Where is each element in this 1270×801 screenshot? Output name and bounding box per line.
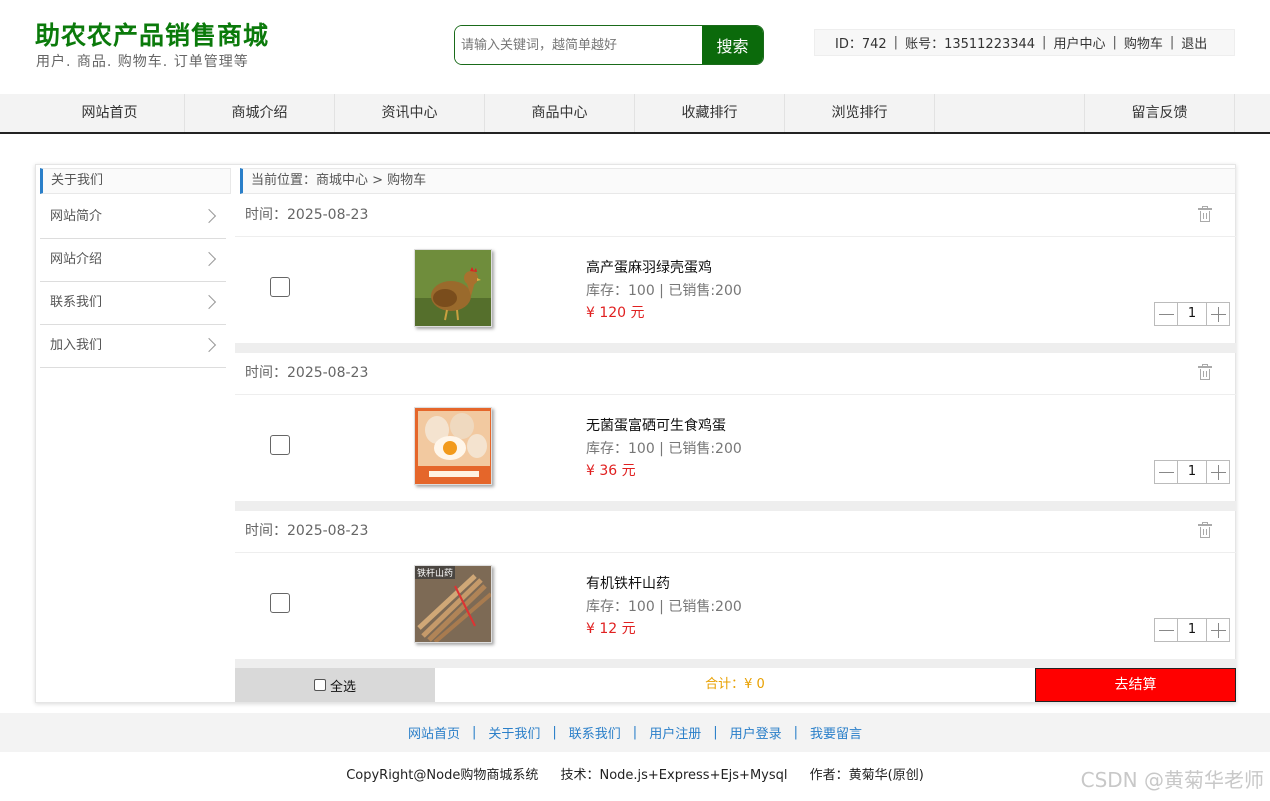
select-all-checkbox[interactable] — [313, 679, 326, 691]
cart-item: 时间：2025-08-23 铁杆山药 有机铁杆山药 库存：100 | 已销售:2… — [235, 511, 1236, 659]
nav-news[interactable]: 资讯中心 — [335, 94, 485, 132]
eggs-image — [414, 407, 492, 485]
product-price: ¥ 120 元 — [586, 305, 645, 321]
plus-icon[interactable] — [1206, 302, 1230, 326]
nav-favorites-rank[interactable]: 收藏排行 — [635, 94, 785, 132]
footer-link-message[interactable]: 我要留言 — [810, 723, 862, 742]
brand-title: 助农农产品销售商城 — [35, 21, 270, 50]
checkout-button[interactable]: 去结算 — [1035, 668, 1236, 702]
sidebar-item-about[interactable]: 网站介绍 — [40, 239, 226, 282]
breadcrumb: 当前位置：商城中心 > 购物车 — [240, 168, 1236, 194]
search-button[interactable]: 搜索 — [702, 26, 763, 64]
yam-image: 铁杆山药 — [414, 565, 492, 643]
sidebar-item-label: 加入我们 — [50, 338, 103, 353]
sidebar-item-label: 网站介绍 — [50, 252, 103, 267]
cart-item-header: 时间：2025-08-23 — [235, 353, 1236, 395]
sidebar-item-label: 联系我们 — [50, 295, 103, 310]
nav-views-rank[interactable]: 浏览排行 — [785, 94, 935, 132]
sidebar: 关于我们 网站简介 网站介绍 联系我们 加入我们 — [36, 165, 236, 702]
cart-item-time: 时间：2025-08-23 — [245, 207, 369, 223]
quantity-value[interactable]: 1 — [1178, 618, 1206, 642]
plus-icon[interactable] — [1206, 618, 1230, 642]
yam-image-text: 铁杆山药 — [417, 567, 453, 579]
nav-feedback[interactable]: 留言反馈 — [1085, 94, 1235, 132]
sidebar-title: 关于我们 — [40, 168, 231, 194]
nav-about-mall[interactable]: 商城介绍 — [185, 94, 335, 132]
footer-link-register[interactable]: 用户注册 — [649, 723, 701, 742]
footer-link-login[interactable]: 用户登录 — [730, 723, 782, 742]
minus-icon[interactable] — [1154, 460, 1178, 484]
quantity-stepper: 1 — [1154, 302, 1230, 326]
cart-link[interactable]: 购物车 — [1124, 33, 1163, 52]
nav-home[interactable]: 网站首页 — [35, 94, 185, 132]
watermark: CSDN @黄菊华老师 — [1080, 768, 1264, 792]
quantity-value[interactable]: 1 — [1178, 460, 1206, 484]
footer-link-contact[interactable]: 联系我们 — [569, 723, 621, 742]
trash-icon[interactable] — [1198, 364, 1212, 380]
chevron-right-icon — [201, 294, 217, 310]
chevron-right-icon — [201, 251, 217, 267]
nav-products[interactable]: 商品中心 — [485, 94, 635, 132]
quantity-value[interactable]: 1 — [1178, 302, 1206, 326]
cart-footer-bar: 全选 合计：¥ 0 去结算 — [235, 668, 1236, 702]
footer-links: 网站首页 | 关于我们 | 联系我们 | 用户注册 | 用户登录 | 我要留言 — [0, 713, 1270, 752]
product-price: ¥ 12 元 — [586, 621, 636, 637]
footer-link-home[interactable]: 网站首页 — [408, 723, 460, 742]
sidebar-item-contact[interactable]: 联系我们 — [40, 282, 226, 325]
item-checkbox[interactable] — [270, 435, 290, 455]
quantity-stepper: 1 — [1154, 618, 1230, 642]
minus-icon[interactable] — [1154, 302, 1178, 326]
product-stock: 库存：100 | 已销售:200 — [586, 441, 742, 457]
sidebar-item-intro[interactable]: 网站简介 — [40, 196, 226, 239]
chevron-right-icon — [201, 337, 217, 353]
site-header: 助农农产品销售商城 用户. 商品. 购物车. 订单管理等 搜索 ID：742 |… — [0, 0, 1270, 94]
logout-link[interactable]: 退出 — [1181, 33, 1207, 52]
select-all-label: 全选 — [329, 679, 356, 695]
cart-item: 时间：2025-08-23 无菌蛋富硒可生食鸡蛋 库存：100 | 已销售:20… — [235, 353, 1236, 501]
sidebar-item-join[interactable]: 加入我们 — [40, 325, 226, 368]
quantity-stepper: 1 — [1154, 460, 1230, 484]
search-input[interactable] — [455, 26, 702, 64]
cart-item-time: 时间：2025-08-23 — [245, 523, 369, 539]
user-center-link[interactable]: 用户中心 — [1053, 33, 1105, 52]
brand-subtitle: 用户. 商品. 购物车. 订单管理等 — [36, 54, 249, 70]
cart-item-header: 时间：2025-08-23 — [235, 511, 1236, 553]
item-checkbox[interactable] — [270, 277, 290, 297]
search-box: 搜索 — [454, 25, 764, 65]
tech-text: 技术：Node.js+Express+Ejs+Mysql — [560, 768, 788, 783]
select-all[interactable]: 全选 — [235, 668, 435, 702]
user-account: 账号：13511223344 — [905, 37, 1036, 52]
item-checkbox[interactable] — [270, 593, 290, 613]
user-bar: ID：742 | 账号：13511223344 | 用户中心 | 购物车 | 退… — [814, 29, 1235, 56]
sidebar-item-label: 网站简介 — [50, 209, 103, 224]
cart-item: 时间：2025-08-23 高产蛋麻羽绿壳蛋鸡 库存：100 | 已销售:200… — [235, 195, 1236, 343]
cart-item-header: 时间：2025-08-23 — [235, 195, 1236, 237]
chevron-right-icon — [201, 208, 217, 224]
hen-image — [414, 249, 492, 327]
footer-link-about[interactable]: 关于我们 — [488, 723, 540, 742]
product-name[interactable]: 有机铁杆山药 — [586, 573, 670, 593]
product-stock: 库存：100 | 已销售:200 — [586, 283, 742, 299]
copyright-text: CopyRight@Node购物商城系统 — [346, 768, 539, 783]
main-nav: 网站首页 商城介绍 资讯中心 商品中心 收藏排行 浏览排行 留言反馈 — [0, 94, 1270, 134]
product-name[interactable]: 无菌蛋富硒可生食鸡蛋 — [586, 415, 726, 435]
product-price: ¥ 36 元 — [586, 463, 636, 479]
cart-total: 合计：¥ 0 — [435, 668, 1035, 702]
cart-item-time: 时间：2025-08-23 — [245, 365, 369, 381]
main-panel: 关于我们 网站简介 网站介绍 联系我们 加入我们 当前位置：商城中心 > 购物车… — [35, 164, 1236, 703]
cart-content: 当前位置：商城中心 > 购物车 时间：2025-08-23 高产蛋麻羽绿壳蛋鸡 … — [235, 165, 1237, 702]
plus-icon[interactable] — [1206, 460, 1230, 484]
author-text: 作者：黄菊华(原创) — [809, 768, 924, 783]
copyright: CopyRight@Node购物商城系统 技术：Node.js+Express+… — [0, 764, 1270, 783]
trash-icon[interactable] — [1198, 522, 1212, 538]
user-id: ID：742 — [835, 37, 887, 52]
minus-icon[interactable] — [1154, 618, 1178, 642]
product-name[interactable]: 高产蛋麻羽绿壳蛋鸡 — [586, 257, 712, 277]
product-stock: 库存：100 | 已销售:200 — [586, 599, 742, 615]
trash-icon[interactable] — [1198, 206, 1212, 222]
